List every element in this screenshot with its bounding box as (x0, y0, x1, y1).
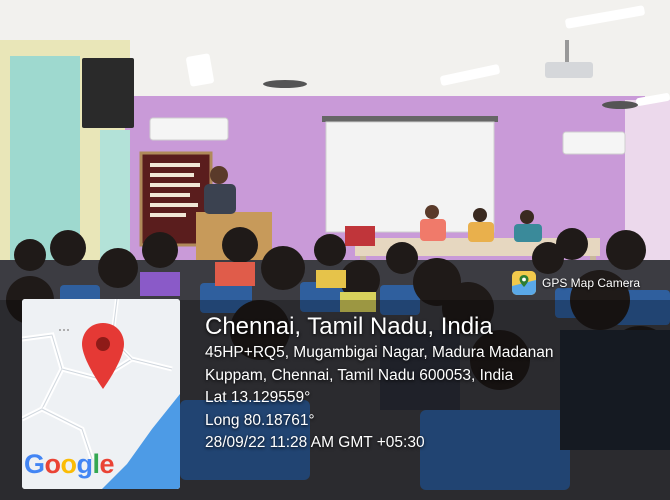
google-logo-letter: o (60, 449, 78, 479)
google-logo: Google (24, 449, 115, 480)
map-pin-icon (82, 323, 124, 389)
gps-map-camera-badge: GPS Map Camera (512, 270, 640, 296)
location-map-thumbnail: Google (22, 299, 180, 489)
address-line-1: 45HP+RQ5, Mugambigai Nagar, Madura Madan… (205, 344, 554, 361)
photo-stage: GPS Map Camera Google Chennai, Tamil Nad… (0, 0, 670, 500)
location-city: Chennai, Tamil Nadu, India (205, 313, 493, 340)
google-logo-letter: G (24, 449, 45, 479)
location-stamp: Chennai, Tamil Nadu, India 45HP+RQ5, Mug… (205, 312, 554, 455)
longitude: Long 80.18761° (205, 411, 315, 429)
latitude: Lat 13.129559° (205, 389, 311, 406)
google-logo-letter: g (76, 449, 94, 479)
address-line-2: Kuppam, Chennai, Tamil Nadu 600053, Indi… (205, 366, 514, 384)
google-logo-text: Google (24, 449, 115, 480)
timestamp: 28/09/22 11:28 AM GMT +05:30 (205, 434, 425, 451)
gps-map-camera-label: GPS Map Camera (542, 276, 641, 290)
google-logo-letter: e (99, 449, 115, 479)
gps-map-camera-icon (512, 271, 536, 295)
google-logo-letter: o (44, 449, 62, 479)
google-logo-letter: l (92, 449, 101, 479)
